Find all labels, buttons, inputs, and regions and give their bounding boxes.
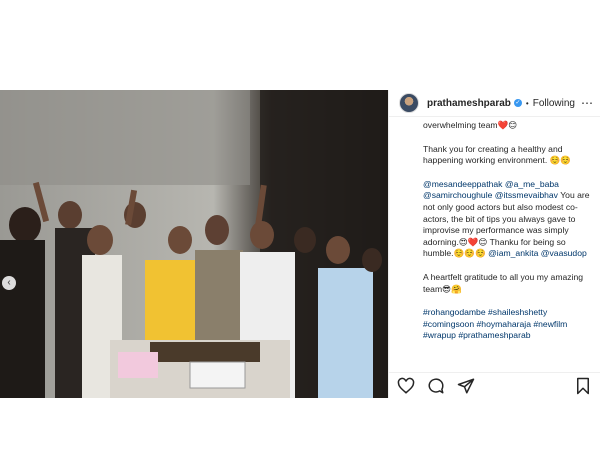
post-actions-bar [389, 372, 600, 398]
instagram-post: ‹ prathameshparab ✓ • Following ⋯ overwh… [0, 90, 600, 398]
heart-icon[interactable] [397, 377, 415, 395]
verified-badge-icon: ✓ [513, 99, 522, 107]
caption-hashtags: #rohangodambe #shaileshshetty #comingsoo… [423, 307, 592, 342]
username-link[interactable]: prathameshparab [427, 98, 511, 109]
caption-paragraph: A heartfelt gratitude to all you my amaz… [423, 271, 584, 294]
hashtag-link[interactable]: #shaileshshetty [488, 307, 547, 317]
hashtag-link[interactable]: #hoymaharaja [477, 319, 531, 329]
hashtag-link[interactable]: #rohangodambe [423, 307, 486, 317]
comment-icon[interactable] [427, 377, 445, 395]
post-header: prathameshparab ✓ • Following ⋯ [389, 90, 600, 117]
hashtag-link[interactable]: #comingsoon [423, 319, 474, 329]
hashtag-link[interactable]: #prathameshparab [458, 330, 530, 340]
post-sidebar: prathameshparab ✓ • Following ⋯ overwhel… [388, 90, 600, 398]
separator-dot: • [525, 98, 529, 108]
following-button[interactable]: Following [533, 98, 575, 109]
mention-link[interactable]: @vaasudop [541, 248, 587, 258]
post-caption: overwhelming team❤️😊 Thank you for creat… [423, 120, 592, 366]
mention-link[interactable]: @a_me_baba [505, 179, 559, 189]
hashtag-link[interactable]: #wrapup [423, 330, 456, 340]
mention-link[interactable]: @itssmevaibhav [495, 190, 558, 200]
caption-paragraph-mentions: @mesandeeppathak @a_me_baba @samirchough… [423, 179, 592, 260]
caption-paragraph: Thank you for creating a healthy and hap… [423, 143, 571, 166]
mention-link[interactable]: @iam_ankita [488, 248, 538, 258]
avatar[interactable] [399, 93, 419, 113]
previous-photo-button[interactable]: ‹ [2, 276, 16, 290]
more-options-icon[interactable]: ⋯ [581, 96, 594, 110]
bookmark-icon[interactable] [574, 377, 592, 395]
caption-line: overwhelming team❤️😊 [423, 120, 518, 130]
share-icon[interactable] [457, 377, 475, 395]
hashtag-link[interactable]: #newfilm [533, 319, 567, 329]
post-photo[interactable]: ‹ [0, 90, 388, 398]
mention-link[interactable]: @mesandeeppathak [423, 179, 502, 189]
mention-link[interactable]: @samirchoughule [423, 190, 492, 200]
group-celebration-photo [0, 90, 388, 398]
